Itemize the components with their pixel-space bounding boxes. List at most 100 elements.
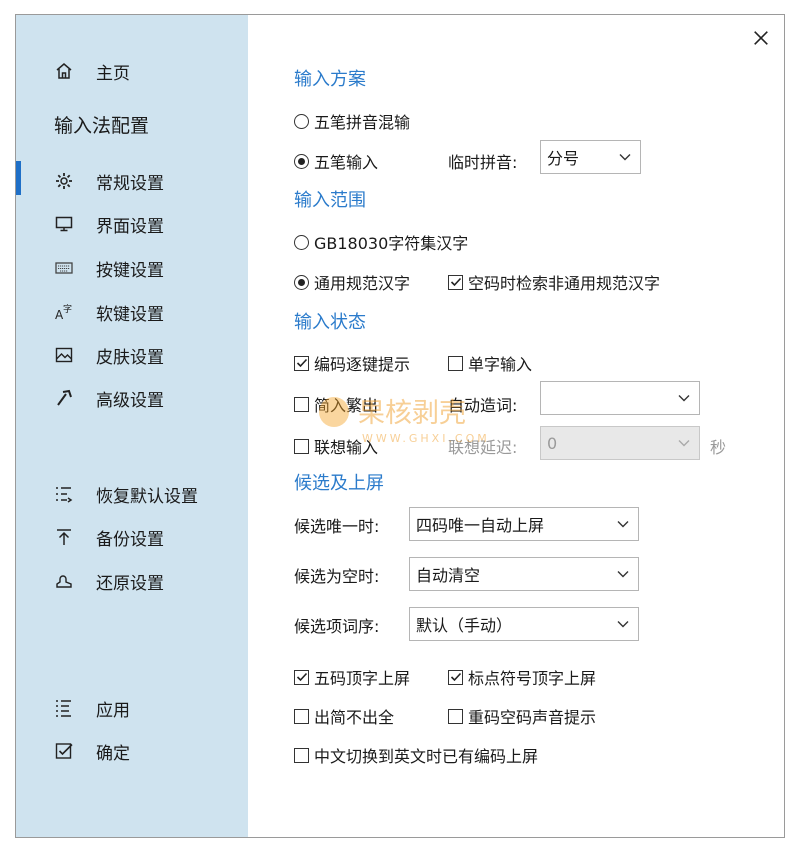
checkmark-icon	[450, 277, 461, 287]
candidate-order-select[interactable]: 默认（手动）	[409, 607, 639, 641]
keyboard-icon	[54, 257, 82, 279]
checkbox-box[interactable]	[448, 274, 463, 290]
checkbox-box[interactable]	[294, 396, 309, 412]
section-input-scheme: 输入方案	[294, 69, 366, 90]
chevron-down-icon	[617, 521, 629, 528]
chevron-down-icon	[617, 621, 629, 628]
checkbox-punct-top[interactable]: 标点符号顶字上屏	[448, 665, 596, 689]
sidebar-item-interface[interactable]: 界面设置	[54, 210, 164, 238]
sidebar-item-label: 应用	[96, 700, 130, 721]
checkbox-single-char[interactable]: 单字输入	[448, 351, 532, 375]
svg-text:字: 字	[63, 303, 72, 315]
radio-circle[interactable]	[294, 274, 309, 290]
candidate-empty-label: 候选为空时:	[294, 567, 380, 586]
settings-content: 输入方案 五笔拼音混输 五笔输入 临时拼音: 分号 输入范围 GB18030字符…	[248, 15, 784, 837]
sidebar-section-title: 输入法配置	[54, 115, 150, 137]
sidebar-item-label: 确定	[96, 743, 130, 764]
candidate-order-label: 候选项词序:	[294, 617, 380, 636]
temp-pinyin-select[interactable]: 分号	[540, 140, 641, 174]
checkbox-box[interactable]	[448, 708, 463, 724]
radio-wubi-pinyin-mixed[interactable]: 五笔拼音混输	[294, 109, 410, 133]
checkmark-icon	[450, 672, 461, 682]
checkbox-label: 空码时检索非通用规范汉字	[468, 274, 661, 293]
select-value: 分号	[547, 149, 580, 168]
backup-settings-button[interactable]: 备份设置	[54, 523, 164, 551]
sidebar-item-label: 主页	[96, 63, 130, 84]
radio-gb18030[interactable]: GB18030字符集汉字	[294, 230, 468, 254]
checkbox-label: 中文切换到英文时已有编码上屏	[314, 747, 539, 766]
chevron-down-icon	[617, 571, 629, 578]
sidebar-item-label: 皮肤设置	[96, 347, 164, 368]
sidebar-item-general[interactable]: 常规设置	[54, 167, 164, 195]
candidate-unique-select[interactable]: 四码唯一自动上屏	[409, 507, 639, 541]
checkbox-box[interactable]	[294, 355, 309, 371]
select-value: 自动清空	[416, 566, 481, 585]
home-icon	[54, 60, 82, 82]
checkbox-label: 联想输入	[314, 438, 379, 457]
list-icon	[54, 697, 82, 719]
ok-button[interactable]: 确定	[54, 737, 130, 765]
radio-common-chars[interactable]: 通用规范汉字	[294, 270, 410, 294]
auto-word-label: 自动造词:	[448, 396, 518, 415]
monitor-icon	[54, 213, 82, 235]
assoc-delay-select[interactable]: 0	[540, 426, 700, 460]
select-value: 默认（手动）	[416, 616, 513, 635]
select-value: 0	[547, 433, 558, 453]
checkbox-label: 单字输入	[468, 355, 533, 374]
chevron-down-icon	[678, 440, 690, 447]
restore-list-icon	[54, 483, 82, 505]
sidebar-item-label: 按键设置	[96, 260, 164, 281]
sidebar-item-keys[interactable]: 按键设置	[54, 254, 164, 282]
candidate-empty-select[interactable]: 自动清空	[409, 557, 639, 591]
checkbox-label: 五码顶字上屏	[314, 669, 411, 688]
sidebar-item-label: 常规设置	[96, 173, 164, 194]
restore-defaults-button[interactable]: 恢复默认设置	[54, 480, 198, 508]
checkbox-box[interactable]	[448, 669, 463, 685]
apply-button[interactable]: 应用	[54, 694, 130, 722]
checkbox-label: 简入繁出	[314, 396, 379, 415]
checkbox-associative-input[interactable]: 联想输入	[294, 434, 378, 458]
checkbox-search-nonstandard[interactable]: 空码时检索非通用规范汉字	[448, 270, 660, 294]
checkmark-icon	[296, 672, 307, 682]
sidebar-item-label: 还原设置	[96, 573, 164, 594]
sidebar-item-label: 高级设置	[96, 390, 164, 411]
candidate-unique-label: 候选唯一时:	[294, 517, 380, 536]
select-value: 四码唯一自动上屏	[416, 516, 545, 535]
checkbox-key-hint[interactable]: 编码逐键提示	[294, 351, 410, 375]
picture-icon	[54, 344, 82, 366]
checkbox-simple-not-full[interactable]: 出简不出全	[294, 704, 394, 728]
temp-pinyin-label: 临时拼音:	[448, 153, 518, 172]
radio-circle[interactable]	[294, 113, 309, 129]
radio-circle[interactable]	[294, 153, 309, 169]
sidebar-item-home[interactable]: 主页	[54, 57, 130, 85]
auto-word-select[interactable]	[540, 381, 700, 415]
gear-icon	[54, 170, 82, 192]
sidebar-item-label: 软键设置	[96, 304, 164, 325]
sidebar-item-skin[interactable]: 皮肤设置	[54, 341, 164, 369]
checkmark-icon	[296, 358, 307, 368]
restore-settings-button[interactable]: 还原设置	[54, 567, 164, 595]
sidebar-item-softkeys[interactable]: A字 软键设置	[54, 298, 164, 326]
upload-arrow-icon	[54, 526, 82, 548]
radio-wubi-input[interactable]: 五笔输入	[294, 149, 378, 173]
section-candidate: 候选及上屏	[294, 473, 384, 494]
radio-circle[interactable]	[294, 234, 309, 250]
checkbox-five-code-top[interactable]: 五码顶字上屏	[294, 665, 410, 689]
checkbox-box[interactable]	[294, 669, 309, 685]
active-indicator	[16, 161, 21, 195]
checkbox-box[interactable]	[448, 355, 463, 371]
checkbox-box[interactable]	[294, 438, 309, 454]
checkbox-label: 标点符号顶字上屏	[468, 669, 597, 688]
checkbox-box[interactable]	[294, 747, 309, 763]
checkbox-sound-hint[interactable]: 重码空码声音提示	[448, 704, 596, 728]
checkbox-icon	[54, 740, 82, 762]
radio-label: 五笔输入	[314, 153, 379, 172]
checkbox-label: 编码逐键提示	[314, 355, 411, 374]
hammer-icon	[54, 387, 82, 409]
checkbox-box[interactable]	[294, 708, 309, 724]
radio-label: 通用规范汉字	[314, 274, 411, 293]
checkbox-simp-to-trad[interactable]: 简入繁出	[294, 392, 378, 416]
checkbox-switch-commit[interactable]: 中文切换到英文时已有编码上屏	[294, 743, 538, 767]
sidebar-item-advanced[interactable]: 高级设置	[54, 384, 164, 412]
sidebar-item-label: 恢复默认设置	[96, 486, 198, 507]
